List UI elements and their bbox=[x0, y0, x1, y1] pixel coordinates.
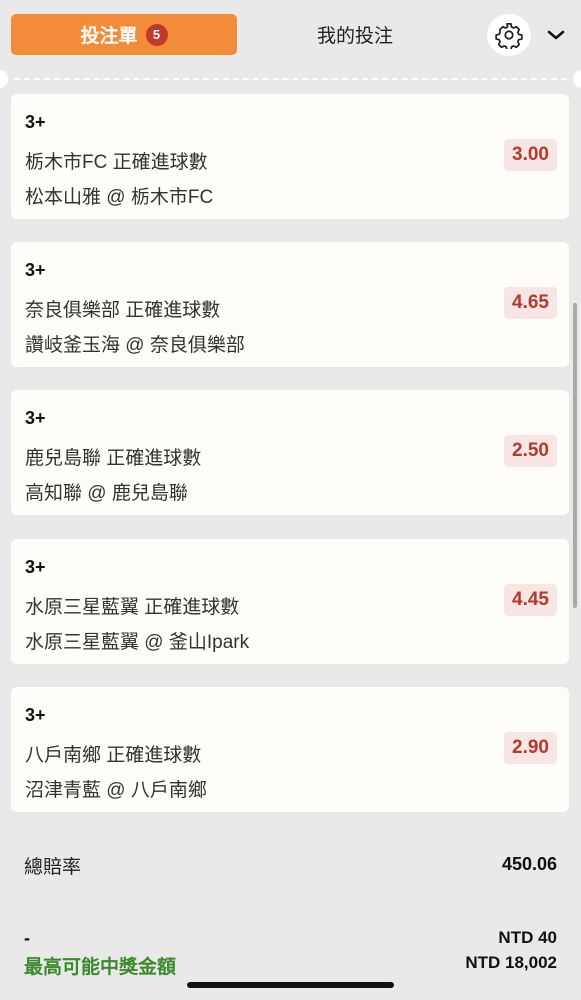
gear-icon bbox=[495, 23, 523, 49]
ticket-notch-right bbox=[573, 70, 581, 88]
max-win-value: NTD 18,002 bbox=[465, 953, 557, 972]
bet-odds: 4.45 bbox=[504, 584, 557, 616]
bet-match: 沼津青藍 @ 八戶南鄉 bbox=[25, 780, 207, 801]
stake-value: NTD 40 bbox=[498, 928, 557, 947]
bet-card[interactable]: 3+ 水原三星藍翼 正確進球數 水原三星藍翼 @ 釜山Ipark 4.45 bbox=[11, 539, 569, 664]
bet-market: 鹿兒島聯 正確進球數 bbox=[25, 448, 202, 469]
bet-match: 高知聯 @ 鹿兒島聯 bbox=[25, 483, 188, 504]
bet-card[interactable]: 3+ 八戶南鄉 正確進球數 沼津青藍 @ 八戶南鄉 2.90 bbox=[11, 687, 569, 812]
bet-match: 讚岐釜玉海 @ 奈良俱樂部 bbox=[25, 335, 245, 356]
total-odds-value: 450.06 bbox=[501, 854, 557, 874]
chevron-down-icon bbox=[547, 30, 565, 40]
bet-match: 水原三星藍翼 @ 釜山Ipark bbox=[25, 632, 250, 653]
tab-betslip[interactable]: 投注單 5 bbox=[11, 14, 237, 55]
collapse-button[interactable] bbox=[542, 22, 570, 48]
bet-market: 奈良俱樂部 正確進球數 bbox=[25, 300, 221, 321]
ticket-divider bbox=[0, 70, 581, 88]
max-win-label: 最高可能中獎金額 bbox=[24, 957, 177, 978]
bet-selection: 3+ bbox=[25, 557, 46, 577]
bet-market: 八戶南鄉 正確進球數 bbox=[25, 745, 202, 766]
bet-card[interactable]: 3+ 栃木市FC 正確進球數 松本山雅 @ 栃木市FC 3.00 bbox=[11, 94, 569, 219]
bet-odds: 3.00 bbox=[504, 139, 557, 171]
bet-market: 水原三星藍翼 正確進球數 bbox=[25, 597, 240, 618]
stake-label: - bbox=[24, 928, 30, 948]
bet-market: 栃木市FC 正確進球數 bbox=[25, 152, 208, 173]
tab-my-bets-label: 我的投注 bbox=[316, 26, 393, 47]
scrollbar[interactable] bbox=[573, 303, 577, 608]
bet-card[interactable]: 3+ 鹿兒島聯 正確進球數 高知聯 @ 鹿兒島聯 2.50 bbox=[11, 390, 569, 515]
dashed-line bbox=[14, 78, 567, 80]
top-bar: 投注單 5 我的投注 bbox=[0, 0, 581, 70]
bet-selection: 3+ bbox=[25, 112, 46, 132]
bet-odds: 2.90 bbox=[504, 732, 557, 764]
bet-match: 松本山雅 @ 栃木市FC bbox=[25, 187, 214, 208]
bet-card[interactable]: 3+ 奈良俱樂部 正確進球數 讚岐釜玉海 @ 奈良俱樂部 4.65 bbox=[11, 242, 569, 367]
bet-selection: 3+ bbox=[25, 705, 46, 725]
tab-betslip-label: 投注單 bbox=[80, 26, 138, 47]
home-indicator[interactable] bbox=[187, 982, 394, 988]
bet-odds: 2.50 bbox=[504, 435, 557, 467]
ticket-notch-left bbox=[0, 70, 8, 88]
bet-odds: 4.65 bbox=[504, 287, 557, 319]
settings-button[interactable] bbox=[487, 14, 531, 56]
tab-my-bets[interactable]: 我的投注 bbox=[250, 14, 460, 55]
total-odds-label: 總賠率 bbox=[24, 857, 82, 878]
bet-selection: 3+ bbox=[25, 260, 46, 280]
betslip-count-badge: 5 bbox=[145, 23, 168, 46]
bet-selection: 3+ bbox=[25, 408, 46, 428]
